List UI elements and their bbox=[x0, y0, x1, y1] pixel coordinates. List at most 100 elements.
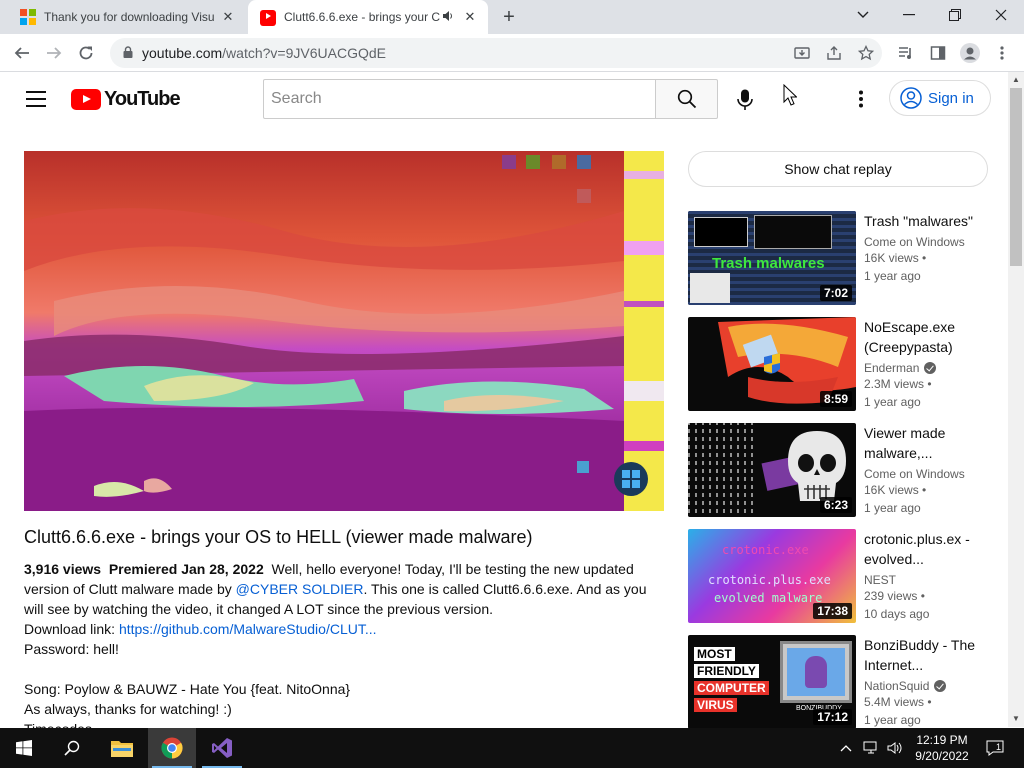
video-duration: 6:23 bbox=[819, 497, 852, 513]
folder-icon bbox=[111, 741, 133, 757]
recommendation-thumbnail[interactable]: 8:59 bbox=[688, 317, 856, 411]
reload-icon[interactable] bbox=[72, 39, 100, 67]
tab-youtube-video[interactable]: Clutt6.6.6.exe - brings your C ✕ bbox=[248, 0, 488, 34]
upload-age: 1 year ago bbox=[864, 269, 921, 283]
thumbnail-text: evolved malware bbox=[714, 591, 823, 605]
sign-in-button[interactable]: Sign in bbox=[889, 80, 991, 116]
upload-age: 1 year ago bbox=[864, 395, 921, 409]
song-line: Song: Poylow & BAUWZ - Hate You {feat. N… bbox=[24, 681, 351, 697]
video-duration: 17:12 bbox=[813, 709, 852, 725]
recommendation-item[interactable]: crotonic.exe crotonic.plus.exe evolved m… bbox=[688, 529, 1000, 623]
chrome-icon bbox=[161, 737, 183, 759]
start-button[interactable] bbox=[0, 728, 48, 768]
close-window-icon[interactable] bbox=[978, 0, 1024, 30]
forward-arrow-icon[interactable] bbox=[40, 39, 68, 67]
tab-visual-studio-download[interactable]: Thank you for downloading Visu ✕ bbox=[8, 0, 246, 34]
show-hidden-icons-chevron-icon[interactable] bbox=[836, 728, 856, 768]
taskbar-clock[interactable]: 12:19 PM 9/20/2022 bbox=[904, 732, 980, 764]
view-count: 16K views • bbox=[864, 483, 927, 497]
view-count: 3,916 views bbox=[24, 561, 102, 577]
speaker-icon[interactable] bbox=[442, 10, 456, 25]
premiere-date: Premiered Jan 28, 2022 bbox=[108, 561, 264, 577]
minimize-icon[interactable] bbox=[886, 0, 932, 30]
recommendation-title[interactable]: BonziBuddy - The Internet... bbox=[864, 635, 994, 675]
recommendation-title[interactable]: crotonic.plus.ex - evolved... bbox=[864, 529, 994, 569]
search-input[interactable] bbox=[271, 90, 648, 108]
back-arrow-icon[interactable] bbox=[8, 39, 36, 67]
recommendation-thumbnail[interactable]: 6:23 bbox=[688, 423, 856, 517]
channel-name[interactable]: Enderman bbox=[864, 361, 994, 375]
description-intro: Well, hello everyone! Today, I'll be tes… bbox=[271, 561, 634, 577]
recommendation-thumbnail[interactable]: Trash malwares 7:02 bbox=[688, 211, 856, 305]
show-chat-replay-button[interactable]: Show chat replay bbox=[688, 151, 988, 187]
new-tab-plus-icon[interactable]: + bbox=[498, 7, 520, 29]
channel-name[interactable]: NEST bbox=[864, 573, 994, 587]
network-icon[interactable] bbox=[860, 728, 882, 768]
install-app-icon[interactable] bbox=[788, 39, 816, 67]
thumbnail-text: crotonic.exe bbox=[722, 543, 809, 557]
channel-name[interactable]: NationSquid bbox=[864, 679, 994, 693]
page-scrollbar[interactable]: ▲ ▼ bbox=[1008, 72, 1024, 727]
search-icon bbox=[677, 89, 696, 109]
taskbar-search-button[interactable] bbox=[48, 728, 96, 768]
recommendation-thumbnail[interactable]: MOST FRIENDLY COMPUTER VIRUS BONZIBUDDY … bbox=[688, 635, 856, 729]
recommendation-thumbnail[interactable]: crotonic.exe crotonic.plus.exe evolved m… bbox=[688, 529, 856, 623]
mouse-cursor-icon bbox=[783, 84, 797, 106]
recommendation-item[interactable]: 6:23 Viewer made malware,... Come on Win… bbox=[688, 423, 1000, 517]
scrollbar-thumb[interactable] bbox=[1010, 88, 1022, 266]
action-center-button[interactable]: 1 bbox=[982, 728, 1008, 768]
upload-age: 10 days ago bbox=[864, 607, 930, 621]
video-frame bbox=[24, 151, 664, 511]
chrome-taskbar-button[interactable] bbox=[148, 728, 196, 768]
scroll-down-arrow-icon[interactable]: ▼ bbox=[1008, 711, 1024, 727]
media-control-icon[interactable] bbox=[892, 39, 920, 67]
description-line-3: will see by watching the video, it chang… bbox=[24, 601, 494, 617]
recommendation-item[interactable]: MOST FRIENDLY COMPUTER VIRUS BONZIBUDDY … bbox=[688, 635, 1000, 729]
bookmark-star-icon[interactable] bbox=[852, 39, 880, 67]
view-count: 5.4M views • bbox=[864, 695, 932, 709]
view-count: 2.3M views • bbox=[864, 377, 932, 391]
settings-more-icon[interactable] bbox=[850, 88, 872, 110]
video-duration: 7:02 bbox=[819, 285, 852, 301]
video-title: Clutt6.6.6.exe - brings your OS to HELL … bbox=[24, 527, 533, 547]
windows-logo-icon bbox=[16, 740, 32, 756]
description-line-1: 3,916 views Premiered Jan 28, 2022 Well,… bbox=[24, 559, 664, 579]
video-player[interactable] bbox=[24, 151, 664, 511]
browser-toolbar: youtube.com/watch?v=9JV6UACGQdE bbox=[0, 34, 1024, 72]
hamburger-menu-icon[interactable] bbox=[26, 91, 46, 107]
recommendation-title[interactable]: Viewer made malware,... bbox=[864, 423, 994, 463]
channel-name[interactable]: Come on Windows bbox=[864, 467, 994, 481]
verified-badge-icon bbox=[934, 680, 947, 692]
tab-close-icon[interactable]: ✕ bbox=[220, 9, 236, 25]
video-duration: 8:59 bbox=[819, 391, 852, 407]
download-line: Download link: https://github.com/Malwar… bbox=[24, 621, 377, 637]
youtube-wordmark: YouTube bbox=[104, 88, 181, 110]
tab-search-chevron-icon[interactable] bbox=[840, 0, 886, 30]
mention-link[interactable]: @CYBER SOLDIER bbox=[236, 581, 364, 597]
chrome-menu-icon[interactable] bbox=[988, 39, 1016, 67]
youtube-logo[interactable]: YouTube bbox=[71, 88, 181, 111]
search-button[interactable] bbox=[655, 79, 718, 119]
voice-search-mic-icon[interactable] bbox=[731, 86, 759, 114]
recommendation-item[interactable]: Trash malwares 7:02 Trash "malwares" Com… bbox=[688, 211, 1000, 305]
lock-icon[interactable] bbox=[114, 45, 142, 61]
tab-close-icon[interactable]: ✕ bbox=[462, 9, 478, 25]
tab-strip: Thank you for downloading Visu ✕ Clutt6.… bbox=[0, 0, 1024, 34]
channel-name[interactable]: Come on Windows bbox=[864, 235, 994, 249]
file-explorer-button[interactable] bbox=[98, 728, 146, 768]
recommendation-item[interactable]: 8:59 NoEscape.exe (Creepypasta) Enderman… bbox=[688, 317, 1000, 411]
profile-avatar-icon[interactable] bbox=[956, 39, 984, 67]
video-description[interactable]: 3,916 views Premiered Jan 28, 2022 Well,… bbox=[24, 559, 664, 739]
address-bar[interactable]: youtube.com/watch?v=9JV6UACGQdE bbox=[110, 38, 882, 68]
thanks-line: As always, thanks for watching! :) bbox=[24, 701, 232, 717]
scroll-up-arrow-icon[interactable]: ▲ bbox=[1008, 72, 1024, 88]
side-panel-icon[interactable] bbox=[924, 39, 952, 67]
recommendation-title[interactable]: Trash "malwares" bbox=[864, 211, 994, 231]
download-link[interactable]: https://github.com/MalwareStudio/CLUT... bbox=[119, 621, 377, 637]
visual-studio-taskbar-button[interactable] bbox=[198, 728, 246, 768]
volume-icon[interactable] bbox=[884, 728, 906, 768]
share-icon[interactable] bbox=[820, 39, 848, 67]
recommendation-title[interactable]: NoEscape.exe (Creepypasta) bbox=[864, 317, 994, 357]
restore-icon[interactable] bbox=[932, 0, 978, 30]
